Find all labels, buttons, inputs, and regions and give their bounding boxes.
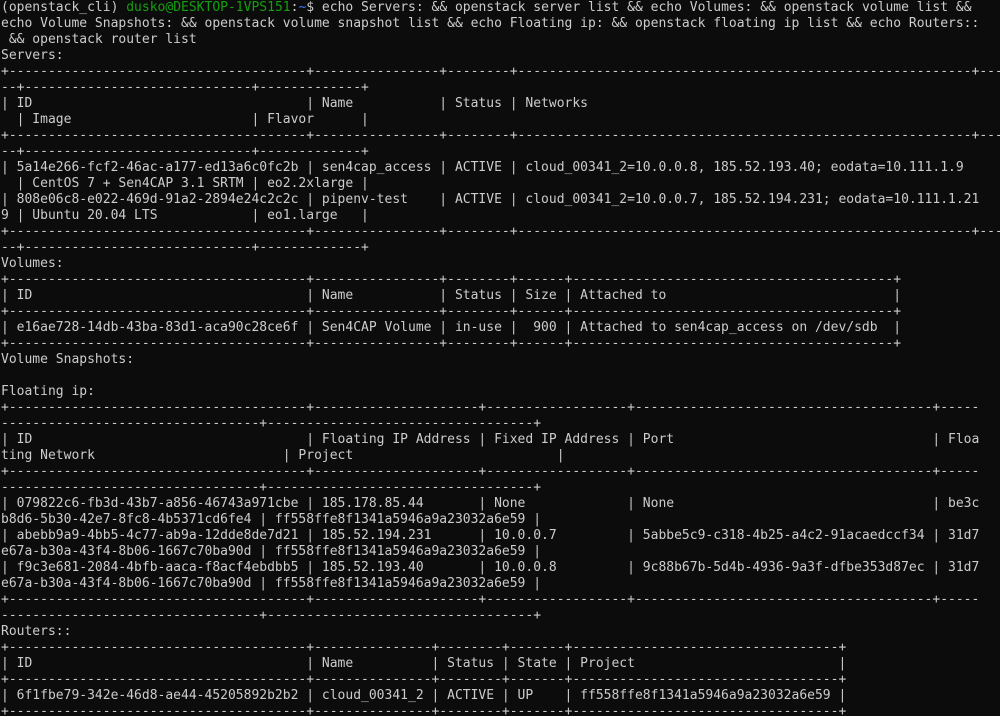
terminal-output: Servers: +-------------------------------…	[1, 48, 1000, 716]
output-line: +--------------------------------------+…	[1, 272, 902, 287]
output-line: Volume Snapshots:	[1, 352, 135, 367]
output-line: | e16ae728-14db-43ba-83d1-aca90c28ce6f |…	[1, 320, 902, 335]
output-line: Volumes:	[1, 256, 64, 271]
command-continuation-line: && openstack router list	[1, 32, 197, 47]
output-line: ---------------------------------+------…	[1, 480, 542, 495]
output-line: b8d6-5b30-42e7-8fc8-4b5371cd6fe4 | ff558…	[1, 512, 542, 527]
output-line: | CentOS 7 + Sen4CAP 3.1 SRTM | eo2.2xla…	[1, 176, 369, 191]
prompt-symbol: $	[306, 0, 322, 15]
command-text: echo Servers: && openstack server list &…	[321, 0, 972, 15]
output-line: | 079822c6-fb3d-43b7-a856-46743a971cbe |…	[1, 496, 980, 511]
output-line: | 808e06c8-e022-469d-91a2-2894e24c2c2c |…	[1, 192, 980, 207]
output-line: | ID | Name | Status | Size | Attached t…	[1, 288, 902, 303]
output-line: +--------------------------------------+…	[1, 704, 847, 716]
output-line: --+-----------------------------+-------…	[1, 144, 369, 159]
output-line: +--------------------------------------+…	[1, 672, 847, 687]
output-line: e67a-b30a-43f4-8b06-1667c70ba90d | ff558…	[1, 544, 542, 559]
output-line: | ID | Floating IP Address | Fixed IP Ad…	[1, 432, 980, 447]
output-line: --+-----------------------------+-------…	[1, 80, 369, 95]
output-line: +--------------------------------------+…	[1, 400, 980, 415]
output-line: Floating ip:	[1, 384, 95, 399]
output-line: | abebb9a9-4bb5-4c77-ab9a-12dde8de7d21 |…	[1, 528, 980, 543]
output-line: ---------------------------------+------…	[1, 416, 542, 431]
output-line: | Image | Flavor |	[1, 112, 369, 127]
output-line: +--------------------------------------+…	[1, 592, 980, 607]
output-line: | 5a14e266-fcf2-46ac-a177-ed13a6c0fc2b |…	[1, 160, 964, 175]
command-continuation-line: echo Volume Snapshots: && openstack volu…	[1, 16, 980, 31]
output-line: | ID | Name | Status | Networks	[1, 96, 588, 111]
output-line: e67a-b30a-43f4-8b06-1667c70ba90d | ff558…	[1, 576, 542, 591]
prompt-user-host: dusko@DESKTOP-1VPS151	[126, 0, 291, 15]
command-prompt-line: (openstack_cli) dusko@DESKTOP-1VPS151:~$…	[1, 0, 1000, 16]
output-line: | ID | Name | Status | State | Project |	[1, 656, 847, 671]
output-line: +--------------------------------------+…	[1, 128, 1000, 143]
output-line: | 6f1fbe79-342e-46d8-ae44-45205892b2b2 |…	[1, 688, 847, 703]
output-line: 9 | Ubuntu 20.04 LTS | eo1.large |	[1, 208, 369, 223]
output-line: Servers:	[1, 48, 64, 63]
output-line: +--------------------------------------+…	[1, 336, 902, 351]
terminal-window[interactable]: (openstack_cli) dusko@DESKTOP-1VPS151:~$…	[0, 0, 1000, 716]
output-line: +--------------------------------------+…	[1, 304, 902, 319]
prompt-virtualenv: (openstack_cli)	[1, 0, 127, 15]
output-line: +--------------------------------------+…	[1, 640, 847, 655]
output-line: ---------------------------------+------…	[1, 608, 542, 623]
output-line: ting Network | Project |	[1, 448, 565, 463]
output-line: --+-----------------------------+-------…	[1, 240, 369, 255]
output-line: Routers::	[1, 624, 72, 639]
output-line: +--------------------------------------+…	[1, 224, 1000, 239]
output-line: | f9c3e681-2084-4bfb-aaca-f8acf4ebdbb5 |…	[1, 560, 980, 575]
output-line: +--------------------------------------+…	[1, 464, 980, 479]
output-line: +--------------------------------------+…	[1, 64, 1000, 79]
